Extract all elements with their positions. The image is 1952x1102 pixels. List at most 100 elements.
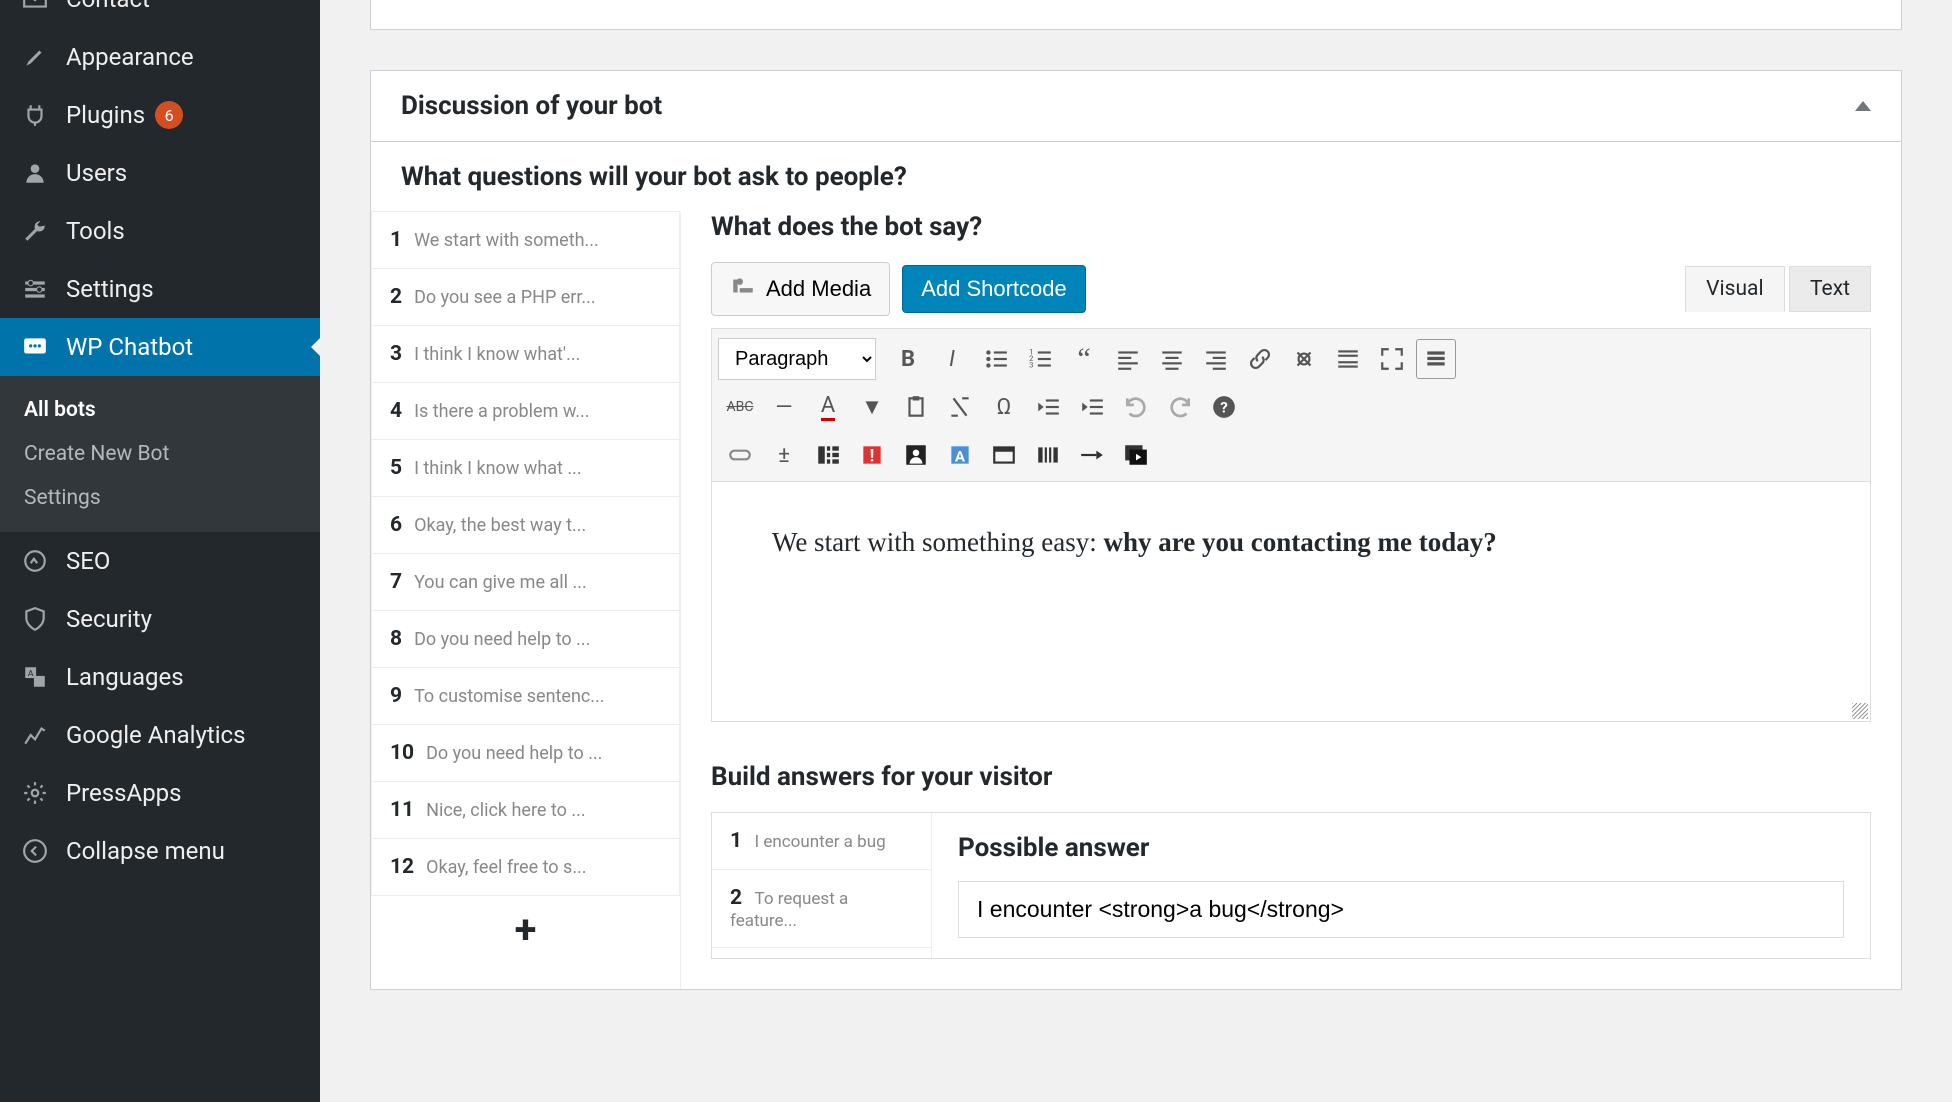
possible-answer-input[interactable] [958, 881, 1844, 938]
answer-item[interactable]: 1 I encounter a bug [712, 813, 931, 870]
unlink-icon[interactable] [1284, 339, 1324, 379]
question-item[interactable]: 4Is there a problem w... [371, 382, 680, 440]
textcolor-dropdown-icon[interactable]: ▼ [852, 387, 892, 427]
hr-icon[interactable]: — [764, 387, 804, 427]
sc-person-icon[interactable] [896, 435, 936, 475]
question-item[interactable]: 6Okay, the best way t... [371, 496, 680, 554]
menu-label: Security [66, 605, 152, 633]
align-right-icon[interactable] [1196, 339, 1236, 379]
languages-icon: A [20, 662, 50, 692]
resize-handle-icon[interactable] [1852, 703, 1868, 719]
question-item[interactable]: 1We start with someth... [371, 211, 680, 269]
question-item[interactable]: 5I think I know what ... [371, 439, 680, 497]
question-item[interactable]: 7You can give me all ... [371, 553, 680, 611]
add-question-button[interactable]: + [371, 896, 680, 963]
add-media-button[interactable]: Add Media [711, 262, 890, 316]
update-badge: 6 [155, 101, 183, 129]
possible-answer-title: Possible answer [958, 833, 1844, 863]
chat-icon [20, 332, 50, 362]
sidebar-item-contact[interactable]: Contact [0, 0, 320, 28]
align-center-icon[interactable] [1152, 339, 1192, 379]
sidebar-item-tools[interactable]: Tools [0, 202, 320, 260]
sidebar-item-pressapps[interactable]: PressApps [0, 764, 320, 822]
menu-label: PressApps [66, 779, 182, 807]
question-item[interactable]: 10Do you need help to ... [371, 724, 680, 782]
plugin-icon [20, 100, 50, 130]
sc-media-icon[interactable] [1116, 435, 1156, 475]
editor-content[interactable]: We start with something easy: why are yo… [711, 482, 1871, 722]
menu-label: Languages [66, 663, 184, 691]
ol-icon[interactable]: 123 [1020, 339, 1060, 379]
special-char-icon[interactable]: Ω [984, 387, 1024, 427]
menu-label: SEO [66, 547, 110, 575]
tab-visual[interactable]: Visual [1685, 266, 1784, 312]
envelope-icon [20, 0, 50, 14]
sidebar-item-appearance[interactable]: Appearance [0, 28, 320, 86]
question-item[interactable]: 9To customise sentenc... [371, 667, 680, 725]
toolbar-toggle-icon[interactable] [1416, 339, 1456, 379]
sidebar-item-languages[interactable]: A Languages [0, 648, 320, 706]
sc-divider-icon[interactable] [1072, 435, 1112, 475]
wrench-icon [20, 216, 50, 246]
sc-toggle-icon[interactable]: ± [764, 435, 804, 475]
link-icon[interactable] [1240, 339, 1280, 379]
editor-toolbar: Paragraph B I 123 “ [711, 328, 1871, 482]
sc-window-icon[interactable] [984, 435, 1024, 475]
paragraph-select[interactable]: Paragraph [718, 338, 876, 380]
undo-icon[interactable] [1116, 387, 1156, 427]
question-item[interactable]: 8Do you need help to ... [371, 610, 680, 668]
menu-label: Users [66, 159, 127, 187]
textcolor-icon[interactable]: A [808, 387, 848, 427]
strikethrough-icon[interactable]: ABC [720, 387, 760, 427]
paste-text-icon[interactable] [896, 387, 936, 427]
sidebar-item-google-analytics[interactable]: Google Analytics [0, 706, 320, 764]
sc-button-icon[interactable] [720, 435, 760, 475]
question-item[interactable]: 11Nice, click here to ... [371, 781, 680, 839]
readmore-icon[interactable] [1328, 339, 1368, 379]
ul-icon[interactable] [976, 339, 1016, 379]
submenu-item[interactable]: Create New Bot [0, 432, 320, 476]
answers-list: 1 I encounter a bug2 To request a featur… [712, 813, 932, 958]
seo-icon [20, 546, 50, 576]
indent-icon[interactable] [1072, 387, 1112, 427]
bold-icon[interactable]: B [888, 339, 928, 379]
collapse-panel-icon[interactable] [1855, 101, 1871, 111]
sliders-icon [20, 274, 50, 304]
sidebar-item-security[interactable]: Security [0, 590, 320, 648]
menu-label: Contact [66, 0, 150, 13]
admin-sidebar: ContactAppearancePlugins6UsersToolsSetti… [0, 0, 320, 1102]
gear-icon [20, 778, 50, 808]
fullscreen-icon[interactable] [1372, 339, 1412, 379]
tab-text[interactable]: Text [1789, 266, 1871, 312]
brush-icon [20, 42, 50, 72]
clear-formatting-icon[interactable] [940, 387, 980, 427]
sidebar-item-wp-chatbot[interactable]: WP Chatbot [0, 318, 320, 376]
sc-columns-icon[interactable] [808, 435, 848, 475]
sidebar-item-seo[interactable]: SEO [0, 532, 320, 590]
align-left-icon[interactable] [1108, 339, 1148, 379]
sidebar-item-settings[interactable]: Settings [0, 260, 320, 318]
sc-highlight-icon[interactable]: A [940, 435, 980, 475]
italic-icon[interactable]: I [932, 339, 972, 379]
editor-tabs: Visual Text [1685, 266, 1871, 312]
sc-alert-icon[interactable]: ! [852, 435, 892, 475]
redo-icon[interactable] [1160, 387, 1200, 427]
blockquote-icon[interactable]: “ [1064, 339, 1104, 379]
collapse-menu[interactable]: Collapse menu [0, 822, 320, 880]
question-item[interactable]: 2Do you see a PHP err... [371, 268, 680, 326]
submenu-item[interactable]: All bots [0, 388, 320, 432]
sidebar-item-plugins[interactable]: Plugins6 [0, 86, 320, 144]
question-item[interactable]: 3I think I know what'... [371, 325, 680, 383]
sidebar-item-users[interactable]: Users [0, 144, 320, 202]
question-item[interactable]: 12Okay, feel free to s... [371, 838, 680, 896]
panel-header[interactable]: Discussion of your bot [371, 71, 1901, 142]
help-icon[interactable]: ? [1204, 387, 1244, 427]
svg-text:A: A [955, 448, 966, 466]
answer-item[interactable]: 2 To request a feature... [712, 870, 931, 948]
submenu-item[interactable]: Settings [0, 476, 320, 520]
add-shortcode-button[interactable]: Add Shortcode [902, 265, 1086, 313]
shield-icon [20, 604, 50, 634]
questions-list: 1We start with someth...2Do you see a PH… [371, 212, 681, 989]
outdent-icon[interactable] [1028, 387, 1068, 427]
sc-grid-icon[interactable] [1028, 435, 1068, 475]
